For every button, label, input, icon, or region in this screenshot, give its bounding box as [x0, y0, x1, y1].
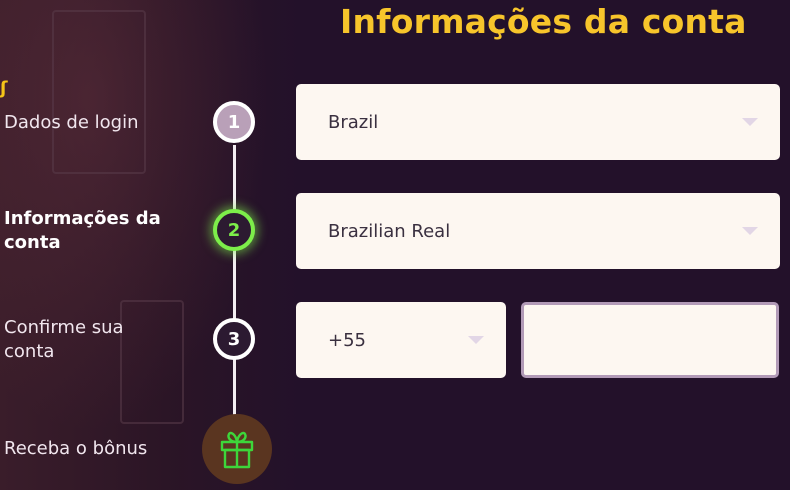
currency-select-value: Brazilian Real — [328, 220, 451, 242]
step-label-account-info: Informações da conta — [4, 208, 161, 253]
chevron-down-icon — [468, 336, 484, 344]
background-frame — [52, 10, 146, 174]
currency-select[interactable]: Brazilian Real — [296, 193, 780, 269]
chevron-down-icon — [742, 227, 758, 235]
step-label-confirm: Confirme sua conta — [4, 317, 124, 362]
step-indicator-2: 2 — [213, 209, 255, 251]
step-number: 3 — [227, 328, 241, 350]
country-select-value: Brazil — [328, 111, 379, 133]
decorative-glyph: ʃ — [0, 78, 8, 99]
phone-code-select[interactable]: +55 — [296, 302, 506, 378]
phone-code-value: +55 — [328, 329, 366, 351]
step-number: 2 — [227, 219, 241, 241]
gift-icon — [220, 431, 254, 469]
phone-number-input[interactable] — [521, 302, 779, 378]
step-indicator-bonus — [202, 414, 272, 484]
page-title: Informações da conta — [340, 2, 747, 41]
step-label-login: Dados de login — [4, 112, 139, 133]
step-indicator-1: 1 — [213, 101, 255, 143]
step-number: 1 — [227, 111, 241, 133]
step-indicator-3: 3 — [213, 318, 255, 360]
chevron-down-icon — [742, 118, 758, 126]
country-select[interactable]: Brazil — [296, 84, 780, 160]
step-label-bonus: Receba o bônus — [4, 438, 148, 459]
stepper-rail — [233, 145, 236, 415]
